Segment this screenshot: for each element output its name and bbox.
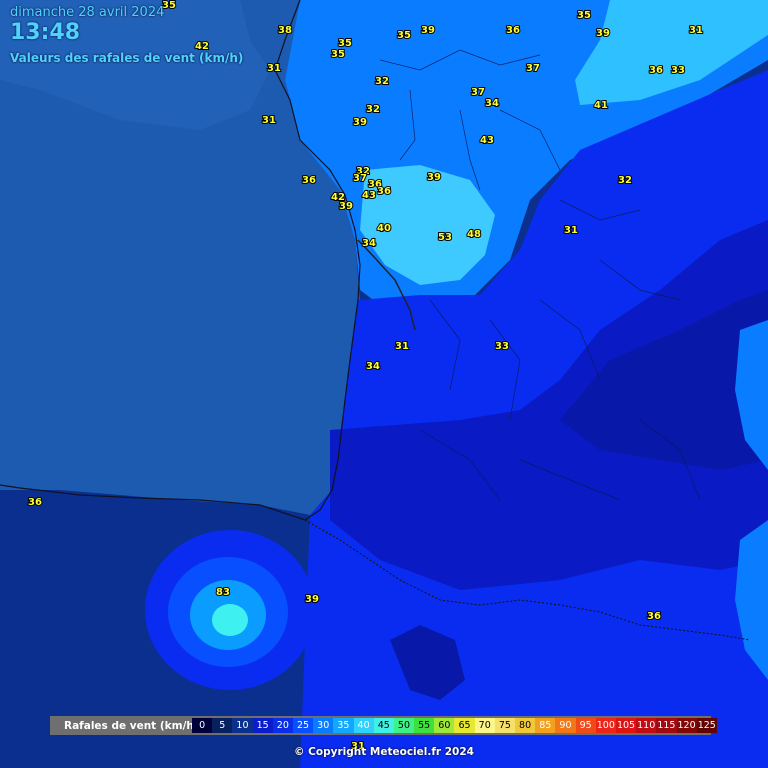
station-value: 37 — [471, 87, 485, 98]
legend-cell: 110 — [636, 718, 657, 733]
forecast-date: dimanche 28 avril 2024 — [10, 5, 165, 20]
station-value: 32 — [366, 104, 380, 115]
station-value: 39 — [421, 25, 435, 36]
legend-cell: 65 — [454, 718, 475, 733]
station-value: 36 — [302, 175, 316, 186]
station-value: 36 — [649, 65, 663, 76]
station-value: 37 — [526, 63, 540, 74]
station-value: 36 — [506, 25, 520, 36]
station-value: 53 — [438, 232, 452, 243]
station-value: 36 — [28, 497, 42, 508]
station-value: 34 — [366, 361, 380, 372]
station-value: 33 — [495, 341, 509, 352]
station-value: 43 — [480, 135, 494, 146]
station-value: 39 — [596, 28, 610, 39]
legend-cell: 55 — [414, 718, 435, 733]
station-value: 83 — [216, 587, 230, 598]
station-value: 31 — [267, 63, 281, 74]
station-value: 34 — [362, 238, 376, 249]
station-value: 39 — [427, 172, 441, 183]
legend-cell: 0 — [192, 718, 213, 733]
station-value: 36 — [377, 186, 391, 197]
legend-cell: 40 — [353, 718, 374, 733]
wind-gust-map: 354238353535 39 363539 31313237 36 333734 4132… — [0, 0, 768, 768]
station-value: 48 — [467, 229, 481, 240]
legend-cell: 95 — [575, 718, 596, 733]
station-value: 32 — [375, 76, 389, 87]
legend-cell: 50 — [393, 718, 415, 733]
station-value: 39 — [305, 594, 319, 605]
station-value: 40 — [377, 223, 391, 234]
legend-cell: 15 — [252, 718, 273, 733]
legend-cell: 125 — [696, 718, 717, 733]
station-value: 35 — [577, 10, 591, 21]
legend-cell: 5 — [212, 718, 233, 733]
legend-cell: 80 — [515, 718, 536, 733]
station-value: 43 — [362, 190, 376, 201]
legend-cell: 10 — [232, 718, 253, 733]
copyright-text: © Copyright Meteociel.fr 2024 — [294, 746, 474, 758]
legend-cell: 35 — [333, 718, 354, 733]
legend-cell: 30 — [313, 718, 334, 733]
map-subtitle: Valeurs des rafales de vent (km/h) — [10, 51, 244, 65]
station-value: 38 — [278, 25, 292, 36]
station-value: 37 — [353, 173, 367, 184]
station-value: 39 — [353, 117, 367, 128]
legend-cell: 100 — [595, 718, 616, 733]
legend-cell: 90 — [555, 718, 576, 733]
legend-cell: 60 — [434, 718, 455, 733]
legend-cell: 25 — [292, 718, 314, 733]
forecast-time: 13:48 — [10, 20, 81, 45]
legend-scale: 0 5 10 15 20 25 30 35 40 45 50 55 60 65 70 75 80 85 90 95 10… — [192, 718, 717, 733]
station-value: 35 — [338, 38, 352, 49]
legend-cell: 85 — [535, 718, 556, 733]
station-value: 31 — [564, 225, 578, 236]
legend-cell: 70 — [474, 718, 495, 733]
legend-title: Rafales de vent (km/h) — [64, 719, 199, 732]
station-value: 31 — [689, 25, 703, 36]
station-value: 39 — [339, 201, 353, 212]
station-value: 33 — [671, 65, 685, 76]
station-value: 36 — [647, 611, 661, 622]
legend-cell: 20 — [272, 718, 293, 733]
legend-cell: 75 — [494, 718, 515, 733]
station-value: 34 — [485, 98, 499, 109]
legend-cell: 105 — [615, 718, 637, 733]
legend-cell: 120 — [676, 718, 697, 733]
gust-zone-biscay-core — [212, 604, 248, 636]
legend-cell: 45 — [373, 718, 394, 733]
station-value: 35 — [397, 30, 411, 41]
color-legend: Rafales de vent (km/h) 0 5 10 15 20 25 30 35 40 4… — [50, 716, 717, 735]
legend-cell: 115 — [656, 718, 677, 733]
station-value: 31 — [395, 341, 409, 352]
station-value: 35 — [331, 49, 345, 60]
station-value: 32 — [618, 175, 632, 186]
station-value: 31 — [262, 115, 276, 126]
station-value: 41 — [594, 100, 608, 111]
